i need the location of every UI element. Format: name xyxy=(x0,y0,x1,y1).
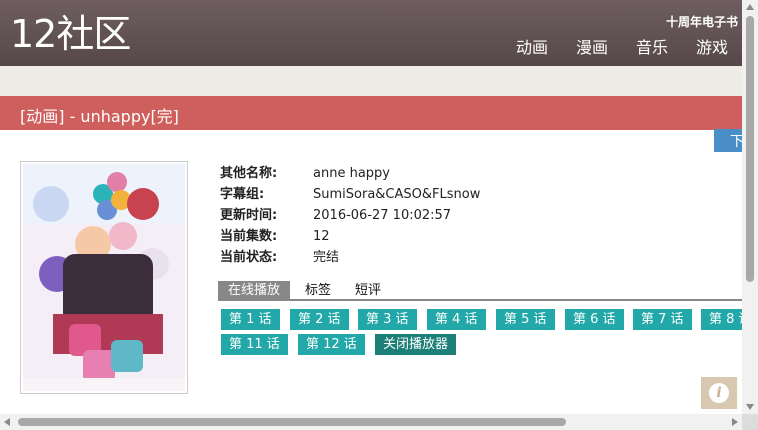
episode-button[interactable]: 第 12 话 xyxy=(298,334,365,355)
info-label: 当前集数: xyxy=(220,229,278,244)
tab-online-play[interactable]: 在线播放 xyxy=(218,281,291,300)
info-value: 2016-06-27 10:02:57 xyxy=(313,208,452,223)
horizontal-scrollbar[interactable] xyxy=(0,414,742,430)
scroll-up-arrow-icon[interactable] xyxy=(746,4,754,10)
episode-button[interactable]: 第 6 话 xyxy=(565,309,624,330)
episode-button[interactable]: 第 4 话 xyxy=(427,309,486,330)
main-nav: 动画 漫画 音乐 游戏 xyxy=(488,38,728,58)
ten-year-ebook-link[interactable]: 十周年电子书 xyxy=(666,13,738,30)
info-value: SumiSora&CASO&FLsnow xyxy=(313,187,481,202)
page-title: [动画] - unhappy[完] xyxy=(20,107,179,126)
vertical-scroll-thumb[interactable] xyxy=(746,16,754,282)
cover-image xyxy=(20,161,188,394)
page: 12社区 十周年电子书 动画 漫画 音乐 游戏 [动画] - unhappy[完… xyxy=(0,0,758,430)
info-button[interactable]: i xyxy=(701,377,737,409)
scrollbar-corner xyxy=(742,414,758,430)
nav-item-manga[interactable]: 漫画 xyxy=(576,38,608,58)
tab-tags[interactable]: 标签 xyxy=(305,281,331,300)
info-value: 完结 xyxy=(313,250,340,265)
close-player-button[interactable]: 关闭播放器 xyxy=(375,334,457,355)
site-header: 12社区 十周年电子书 动画 漫画 音乐 游戏 xyxy=(0,0,742,66)
info-label: 其他名称: xyxy=(220,166,278,181)
download-tab[interactable]: 下 xyxy=(714,129,742,152)
title-bar: [动画] - unhappy[完] xyxy=(0,96,742,130)
info-list: 其他名称: anne happy 字幕组: SumiSora&CASO&FLsn… xyxy=(220,163,480,268)
nav-item-music[interactable]: 音乐 xyxy=(636,38,668,58)
info-row-alt-name: 其他名称: anne happy xyxy=(220,163,480,184)
info-row-subgroup: 字幕组: SumiSora&CASO&FLsnow xyxy=(220,184,480,205)
info-label: 字幕组: xyxy=(220,187,265,202)
info-value: anne happy xyxy=(313,166,390,181)
episode-button[interactable]: 第 3 话 xyxy=(358,309,417,330)
info-label: 当前状态: xyxy=(220,250,278,265)
header-band xyxy=(0,66,742,96)
episode-button[interactable]: 第 11 话 xyxy=(221,334,288,355)
horizontal-scroll-thumb[interactable] xyxy=(18,418,566,426)
nav-item-anime[interactable]: 动画 xyxy=(516,38,548,58)
episode-button[interactable]: 第 5 话 xyxy=(496,309,555,330)
info-row-updated: 更新时间: 2016-06-27 10:02:57 xyxy=(220,205,480,226)
episode-button[interactable]: 第 1 话 xyxy=(221,309,280,330)
episode-button[interactable]: 第 7 话 xyxy=(633,309,692,330)
scroll-left-arrow-icon[interactable] xyxy=(4,418,10,426)
episode-button[interactable]: 第 2 话 xyxy=(290,309,349,330)
info-row-status: 当前状态: 完结 xyxy=(220,247,480,268)
info-row-episodes: 当前集数: 12 xyxy=(220,226,480,247)
nav-item-games[interactable]: 游戏 xyxy=(696,38,728,58)
scroll-right-arrow-icon[interactable] xyxy=(732,418,738,426)
tab-reviews[interactable]: 短评 xyxy=(355,281,381,300)
scroll-down-arrow-icon[interactable] xyxy=(746,404,754,410)
anime-cover-image-graphic xyxy=(23,164,185,391)
vertical-scrollbar[interactable] xyxy=(742,0,758,414)
info-label: 更新时间: xyxy=(220,208,278,223)
content-tabs: 在线播放 标签 短评 xyxy=(218,281,742,301)
info-value: 12 xyxy=(313,229,330,244)
site-logo[interactable]: 12社区 xyxy=(10,14,131,54)
info-icon: i xyxy=(709,383,729,403)
